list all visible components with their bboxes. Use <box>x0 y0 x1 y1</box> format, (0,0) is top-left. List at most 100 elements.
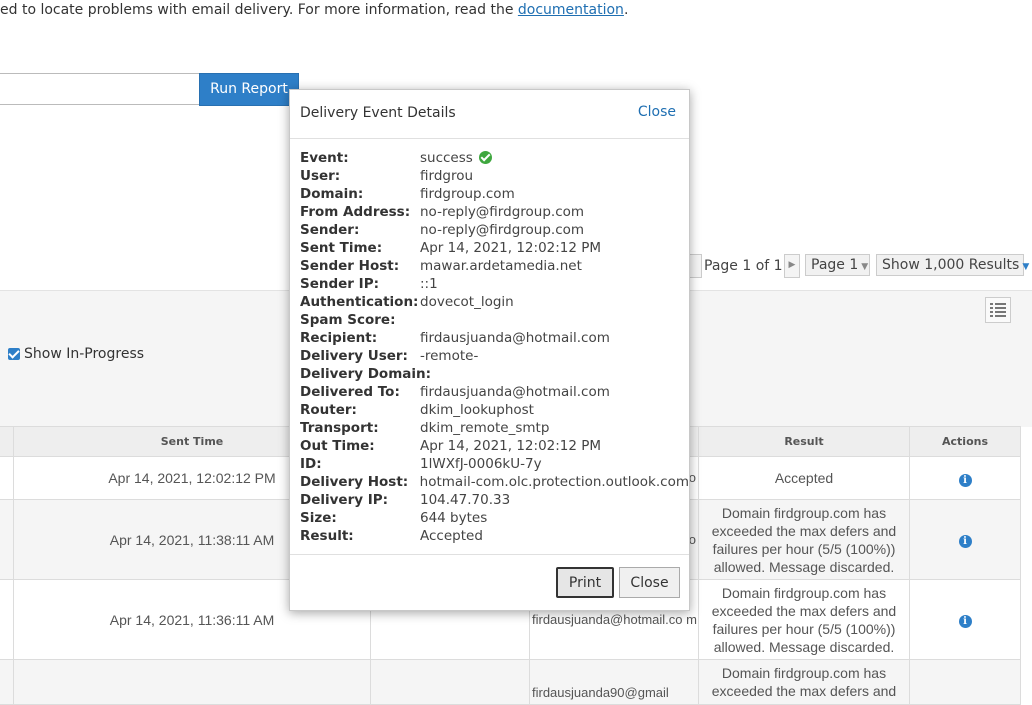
intro-text: ed to locate problems with email deliver… <box>0 2 628 18</box>
page-select[interactable]: Page 1 ▼ <box>805 254 870 276</box>
detail-label: Event: <box>300 150 349 166</box>
detail-label: Sent Time: <box>300 240 383 256</box>
detail-row: Event: success <box>300 149 689 167</box>
detail-value-text: dovecot_login <box>420 294 514 310</box>
detail-row: Spam Score: <box>300 311 689 329</box>
detail-value: dkim_lookuphost <box>420 401 534 419</box>
detail-value: success <box>420 149 493 167</box>
detail-label: Size: <box>300 510 337 526</box>
actions-cell: i <box>909 579 1021 660</box>
actions-cell: i <box>909 456 1021 500</box>
detail-row: Sent Time: Apr 14, 2021, 12:02:12 PM <box>300 239 689 257</box>
detail-label: Delivery IP: <box>300 492 389 508</box>
detail-value-text: dkim_remote_smtp <box>420 420 550 436</box>
list-view-icon[interactable] <box>985 297 1011 323</box>
detail-value-text: 1lWXfJ-0006kU-7y <box>420 456 542 472</box>
detail-value-text: -remote- <box>420 348 479 364</box>
caret-down-icon: ▼ <box>861 262 869 272</box>
detail-row: Out Time: Apr 14, 2021, 12:02:12 PM <box>300 437 689 455</box>
detail-row: Transport: dkim_remote_smtp <box>300 419 689 437</box>
detail-label: Authentication: <box>300 294 419 310</box>
detail-row: Sender: no-reply@firdgroup.com <box>300 221 689 239</box>
detail-label: From Address: <box>300 204 411 220</box>
detail-label: Domain: <box>300 186 364 202</box>
info-icon[interactable]: i <box>958 473 972 487</box>
detail-row: User: firdgrou <box>300 167 689 185</box>
detail-label: Recipient: <box>300 330 378 346</box>
sent-time-cell <box>13 659 371 705</box>
dialog-close-link[interactable]: Close <box>638 104 676 120</box>
print-button[interactable]: Print <box>556 567 614 598</box>
close-button[interactable]: Close <box>619 567 680 598</box>
detail-value: no-reply@firdgroup.com <box>420 203 584 221</box>
check-circle-icon <box>479 150 493 164</box>
report-search-input[interactable] <box>0 73 199 105</box>
recipient-text: firdausjuanda90@gmail <box>532 685 669 700</box>
result-cell: Domain firdgroup.com has exceeded the ma… <box>698 499 910 580</box>
show-in-progress-checkbox[interactable] <box>8 348 20 360</box>
detail-value-text: no-reply@firdgroup.com <box>420 204 585 220</box>
table-cell <box>0 659 14 705</box>
recipient-text: firdausjuanda@hotmail.co m <box>532 611 697 627</box>
detail-row: Router: dkim_lookuphost <box>300 401 689 419</box>
detail-row: From Address: no-reply@firdgroup.com <box>300 203 689 221</box>
detail-value-text: Accepted <box>420 528 483 544</box>
detail-label: Delivery User: <box>300 348 408 364</box>
detail-value: firdgrou <box>420 167 473 185</box>
info-icon[interactable]: i <box>958 535 972 548</box>
column-header <box>0 426 14 457</box>
dialog-footer: Print Close <box>290 554 689 610</box>
results-per-page-select[interactable]: Show 1,000 Results ▼ <box>876 254 1029 276</box>
detail-value-text: Apr 14, 2021, 12:02:12 PM <box>420 438 602 454</box>
detail-value: no-reply@firdgroup.com <box>420 221 584 239</box>
detail-row: Size: 644 bytes <box>300 509 689 527</box>
detail-row: Result: Accepted <box>300 527 689 545</box>
detail-value-text: hotmail-com.olc.protection.outlook.com <box>419 474 689 490</box>
detail-row: Delivery Domain: <box>300 365 689 383</box>
show-in-progress-toggle[interactable]: Show In-Progress <box>8 346 144 362</box>
dialog-body: Event: success User: firdgrou Domain: firdgr… <box>290 139 689 545</box>
documentation-link[interactable]: documentation <box>518 2 624 18</box>
intro-body: ed to locate problems with email deliver… <box>0 2 518 18</box>
detail-label: Spam Score: <box>300 312 396 328</box>
detail-value-text: firdgrou <box>420 168 474 184</box>
detail-label: Sender Host: <box>300 258 400 274</box>
table-row: firdausjuanda90@gmail Domain firdgroup.c… <box>0 659 1021 705</box>
detail-label: User: <box>300 168 341 184</box>
pager-prev-button[interactable] <box>688 254 702 278</box>
detail-value-text: firdausjuanda@hotmail.com <box>420 330 610 346</box>
detail-value-text: mawar.ardetamedia.net <box>420 258 582 274</box>
detail-label: Sender IP: <box>300 276 379 292</box>
detail-value-text: firdgroup.com <box>420 186 515 202</box>
run-report-button[interactable]: Run Report <box>199 73 299 106</box>
detail-value: 1lWXfJ-0006kU-7y <box>420 455 542 473</box>
result-cell: Domain firdgroup.com has exceeded the ma… <box>698 579 910 660</box>
detail-label: Out Time: <box>300 438 375 454</box>
actions-cell: i <box>909 499 1021 580</box>
pager-status: Page 1 of 1 <box>704 258 783 274</box>
detail-value-text: dkim_lookuphost <box>420 402 534 418</box>
detail-label: ID: <box>300 456 322 472</box>
recipient-cell: firdausjuanda90@gmail <box>529 659 699 705</box>
detail-label: Delivered To: <box>300 384 400 400</box>
detail-row: ID: 1lWXfJ-0006kU-7y <box>300 455 689 473</box>
info-icon[interactable]: i <box>958 615 972 628</box>
detail-value: hotmail-com.olc.protection.outlook.com <box>420 473 689 491</box>
intro-tail: . <box>623 2 629 18</box>
detail-value: firdausjuanda@hotmail.com <box>420 329 610 347</box>
detail-value: Apr 14, 2021, 12:02:12 PM <box>420 437 601 455</box>
actions-cell <box>909 659 1021 705</box>
pager-next-button[interactable]: ▶ <box>784 254 800 278</box>
column-header-actions: Actions <box>909 426 1021 457</box>
detail-label: Sender: <box>300 222 360 238</box>
column-header-result[interactable]: Result <box>698 426 910 457</box>
page-select-value: Page 1 <box>811 257 859 273</box>
detail-row: Delivery IP: 104.47.70.33 <box>300 491 689 509</box>
detail-value: -remote- <box>420 347 478 365</box>
table-cell <box>370 659 530 705</box>
dialog-header: Delivery Event Details Close <box>290 90 689 139</box>
result-cell: Domain firdgroup.com has exceeded the ma… <box>698 659 910 705</box>
detail-value: 104.47.70.33 <box>420 491 510 509</box>
detail-value-text: ::1 <box>420 276 438 292</box>
detail-value: dovecot_login <box>420 293 514 311</box>
